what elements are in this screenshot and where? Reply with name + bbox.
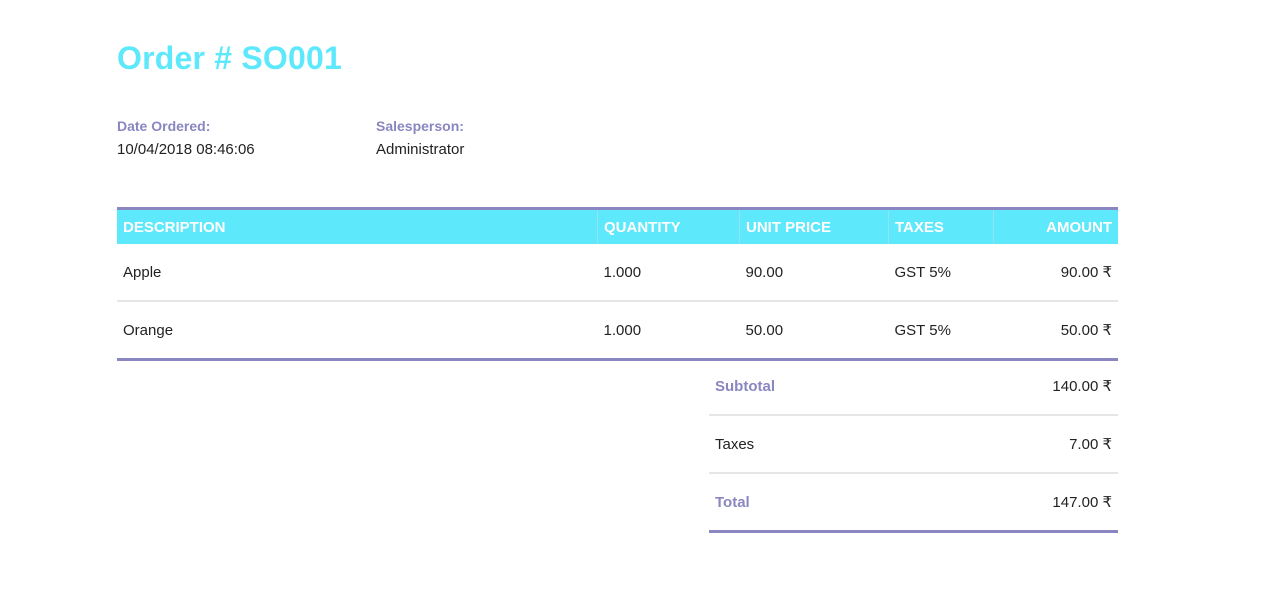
table-row: Orange 1.000 50.00 GST 5% 50.00 ₹ (117, 300, 1118, 360)
subtotal-row: Subtotal 140.00 ₹ (709, 358, 1118, 415)
table-row: Apple 1.000 90.00 GST 5% 90.00 ₹ (117, 244, 1118, 301)
totals-table: Subtotal 140.00 ₹ Taxes 7.00 ₹ Total 147… (709, 358, 1118, 533)
total-label: Total (709, 472, 915, 532)
taxes-value: 7.00 ₹ (914, 414, 1118, 473)
order-document: Order # SO001 Date Ordered: 10/04/2018 0… (0, 0, 1280, 600)
header-taxes: TAXES (888, 208, 994, 244)
salesperson-label: Salesperson: (376, 118, 464, 134)
taxes-label: Taxes (709, 414, 915, 473)
cell-taxes: GST 5% (894, 263, 951, 281)
date-ordered-block: Date Ordered: 10/04/2018 08:46:06 (117, 118, 255, 159)
order-title: Order # SO001 (117, 40, 342, 76)
salesperson-value: Administrator (376, 141, 465, 158)
total-row: Total 147.00 ₹ (709, 472, 1118, 532)
total-value: 147.00 ₹ (914, 472, 1118, 532)
date-ordered-label: Date Ordered: (117, 118, 211, 134)
cell-quantity: 1.000 (597, 300, 740, 360)
date-ordered-value: 10/04/2018 08:46:06 (117, 141, 255, 158)
subtotal-value: 140.00 ₹ (1052, 378, 1112, 395)
header-unit-price: UNIT PRICE (739, 208, 889, 244)
salesperson-block: Salesperson: Administrator (376, 118, 464, 159)
table-header-row: DESCRIPTION QUANTITY UNIT PRICE TAXES AM… (117, 208, 1118, 244)
cell-amount: 90.00 ₹ (1060, 264, 1112, 281)
subtotal-label: Subtotal (715, 377, 775, 395)
order-lines-table: DESCRIPTION QUANTITY UNIT PRICE TAXES AM… (117, 207, 1118, 361)
cell-unit-price: 50.00 (739, 300, 889, 360)
cell-description: Apple (123, 263, 162, 281)
cell-description: Orange (117, 300, 598, 360)
taxes-row: Taxes 7.00 ₹ (709, 414, 1118, 473)
header-quantity: QUANTITY (597, 208, 740, 244)
header-amount: AMOUNT (993, 208, 1118, 244)
cell-unit-price: 90.00 (745, 263, 784, 281)
cell-quantity: 1.000 (603, 263, 642, 281)
cell-taxes: GST 5% (888, 300, 994, 360)
header-description: DESCRIPTION (117, 208, 598, 244)
cell-amount: 50.00 ₹ (993, 300, 1118, 360)
